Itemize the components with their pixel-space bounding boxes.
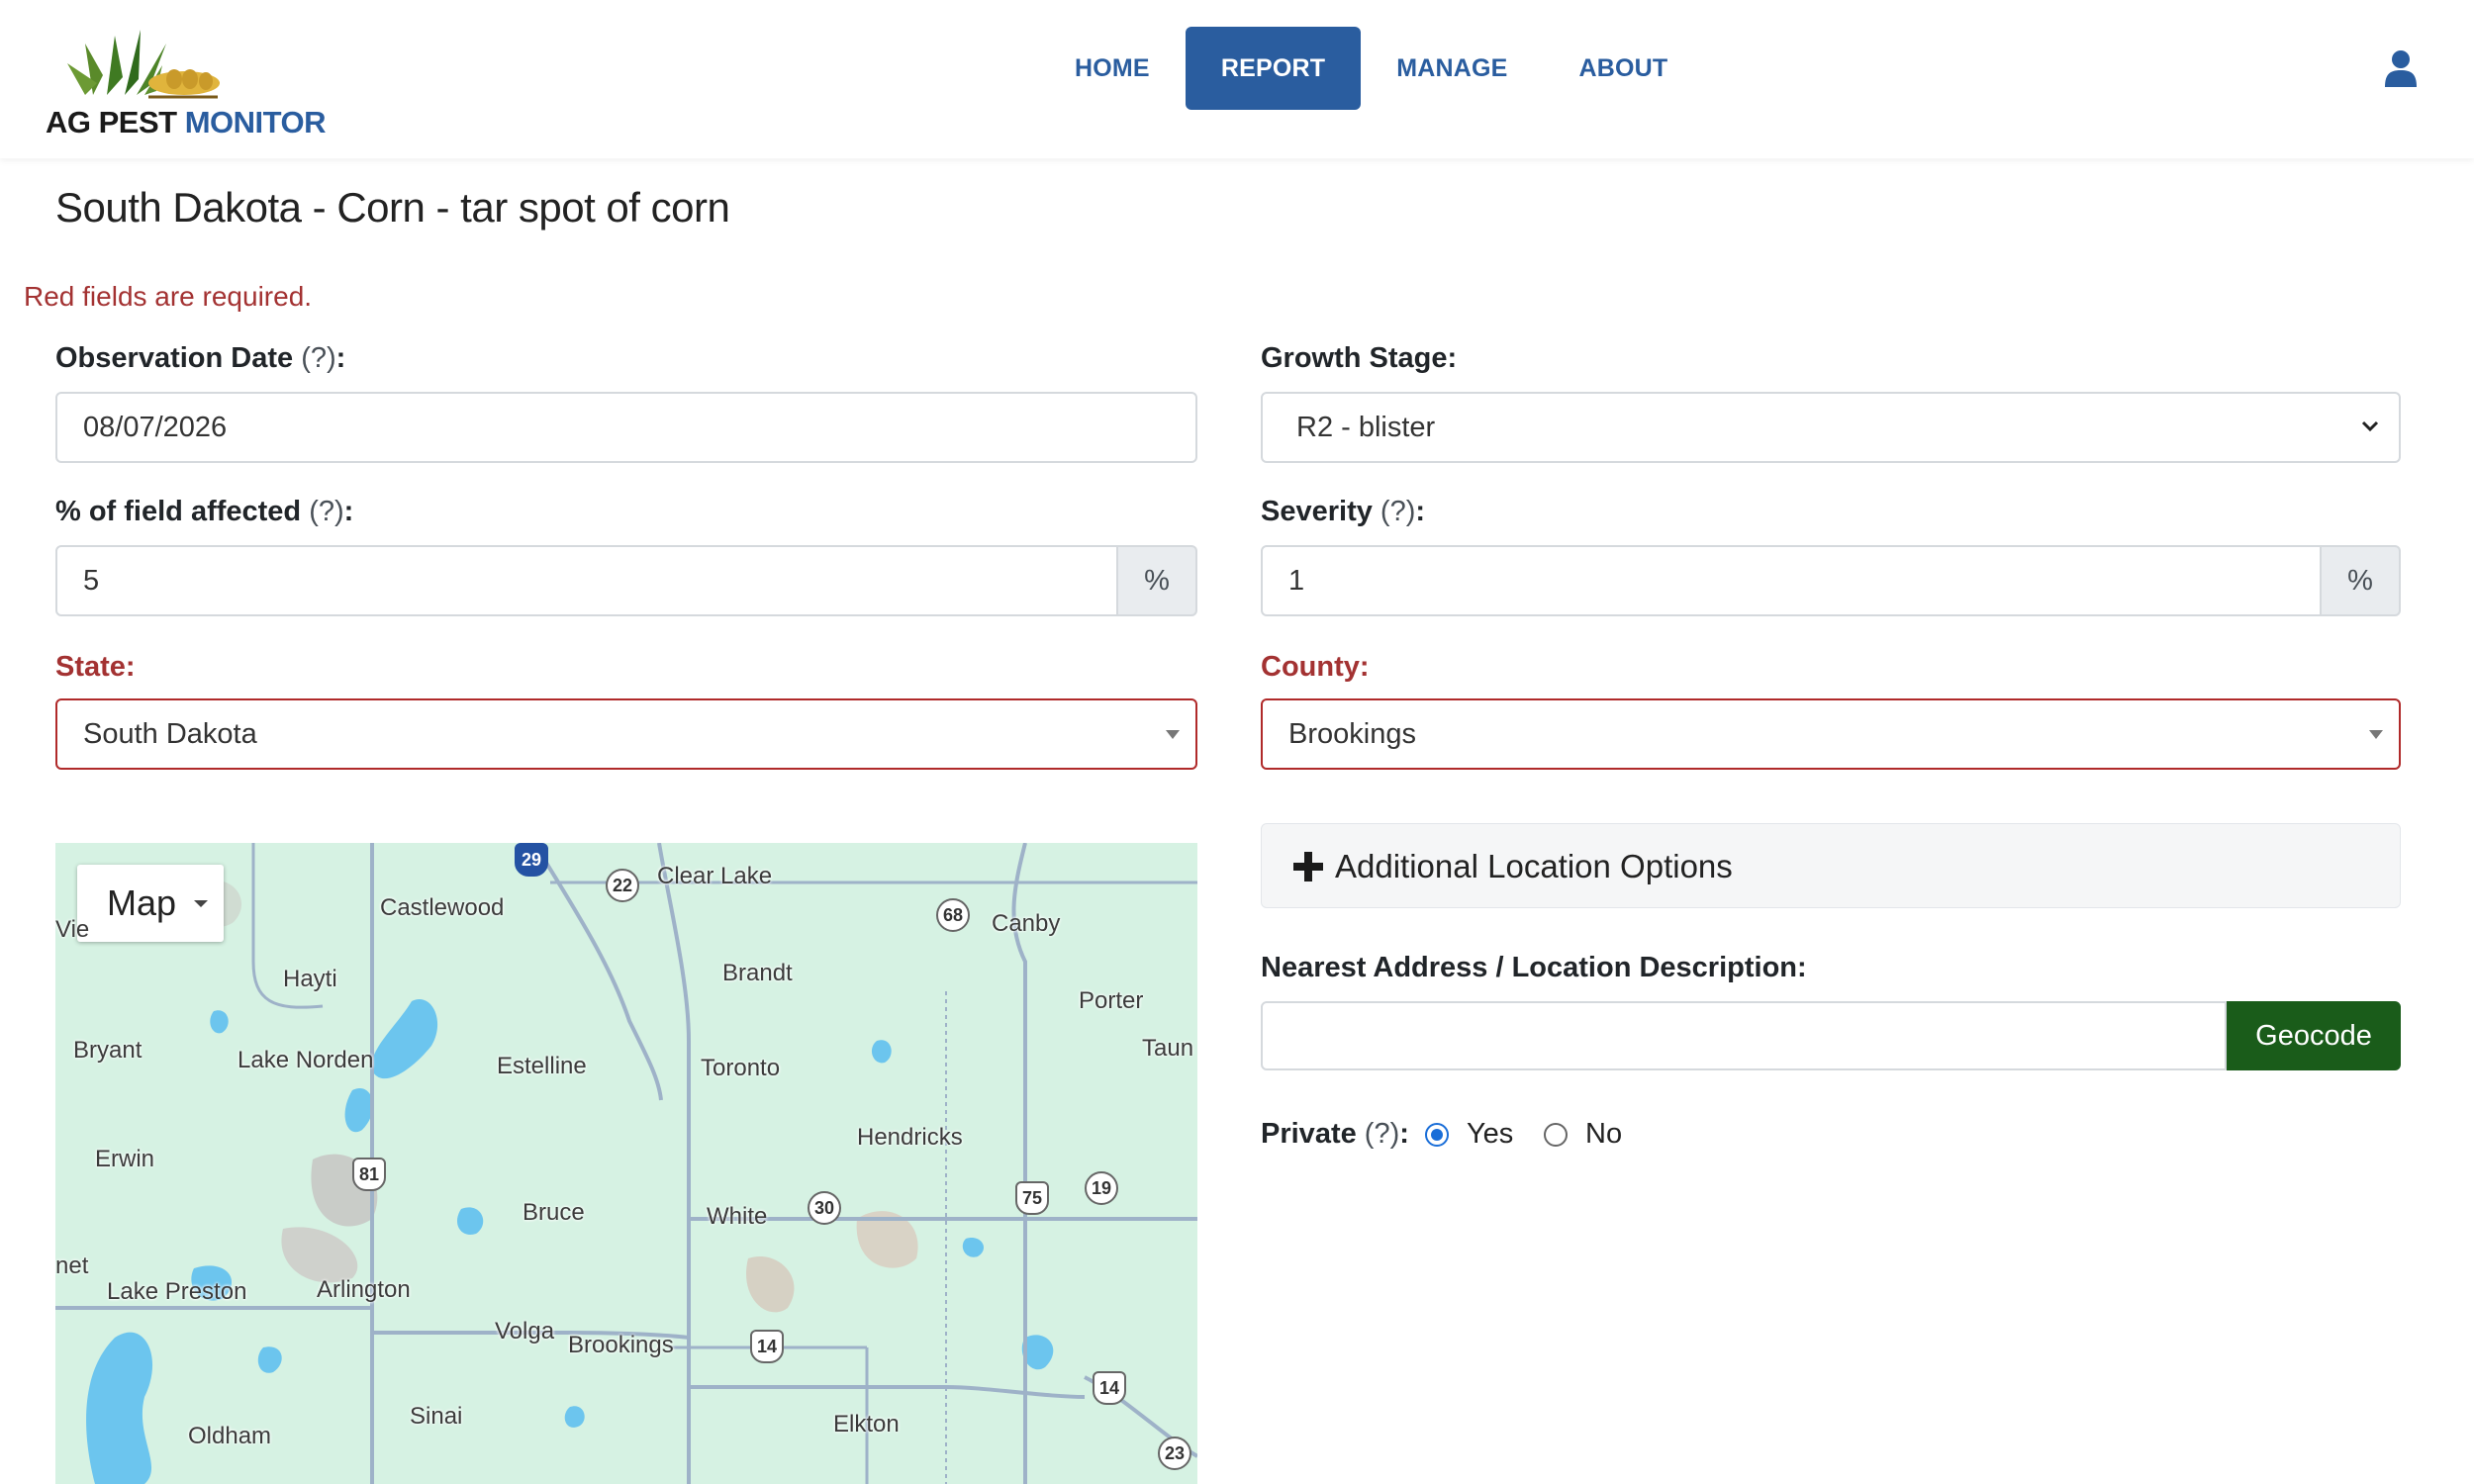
growth-stage-select[interactable]: R2 - blister (1261, 392, 2401, 463)
severity-value: 1 (1288, 565, 1305, 597)
caret-down-icon (194, 900, 208, 907)
severity-label-suffix: : (1415, 496, 1426, 527)
private-no-radio[interactable] (1544, 1123, 1568, 1147)
map-town: Oldham (188, 1423, 272, 1449)
nav-about[interactable]: ABOUT (1544, 27, 1704, 110)
caret-down-icon (2369, 730, 2383, 739)
field-affected-unit: % (1118, 545, 1197, 616)
map-town: Sinai (410, 1403, 463, 1430)
highway-shield: 19 (1085, 1171, 1118, 1205)
geocode-button[interactable]: Geocode (2227, 1001, 2401, 1070)
map-type-label: Map (107, 882, 177, 923)
field-affected-label: % of field affected (?): (55, 496, 353, 528)
additional-location-toggle[interactable]: Additional Location Options (1261, 823, 2401, 908)
required-note: Red fields are required. (24, 281, 313, 312)
chevron-down-icon (2361, 420, 2379, 432)
map-town: Erwin (95, 1146, 155, 1172)
map-town: Bryant (73, 1037, 143, 1064)
map-town: Castlewood (380, 894, 505, 921)
private-yes-label[interactable]: Yes (1467, 1118, 1513, 1151)
severity-label-text: Severity (1261, 496, 1373, 527)
highway-shield: 68 (936, 898, 970, 932)
logo-text: AG PEST MONITOR (46, 105, 327, 140)
user-icon[interactable] (2383, 49, 2419, 87)
highway-shield: 23 (1158, 1437, 1191, 1470)
county-value: Brookings (1288, 718, 1416, 750)
state-value: South Dakota (83, 718, 257, 750)
logo[interactable]: AG PEST MONITOR (46, 14, 327, 142)
severity-unit: % (2322, 545, 2401, 616)
map-town: Hayti (283, 966, 337, 992)
map-type-button[interactable]: Map (77, 865, 224, 942)
map-town: Lake Norden (238, 1047, 374, 1073)
private-no-label[interactable]: No (1585, 1118, 1622, 1151)
map-town: Bruce (523, 1199, 585, 1226)
map-town: Canby (992, 910, 1061, 937)
highway-shield: 14 (750, 1330, 784, 1363)
private-label: Private (?): (1261, 1118, 1409, 1151)
map-town: net (55, 1252, 89, 1279)
map-town: Hendricks (857, 1124, 963, 1151)
state-label: State: (55, 651, 136, 683)
map-town: Elkton (833, 1411, 900, 1438)
private-yes-radio[interactable] (1425, 1123, 1449, 1147)
map-town: Arlington (317, 1276, 411, 1303)
caret-down-icon (1166, 730, 1180, 739)
highway-shield: 30 (808, 1191, 841, 1225)
nav-manage[interactable]: MANAGE (1361, 27, 1543, 110)
observation-date-value: 08/07/2026 (83, 412, 228, 443)
growth-stage-value: R2 - blister (1296, 412, 1436, 443)
location-map[interactable]: Map Castlewood Clear Lake Canby Hayti Br… (55, 843, 1197, 1484)
observation-date-label: Observation Date (?): (55, 342, 345, 375)
observation-date-label-suffix: : (335, 342, 346, 374)
map-canvas (55, 843, 1197, 1484)
field-affected-value: 5 (83, 565, 100, 597)
growth-stage-label: Growth Stage: (1261, 342, 1458, 374)
private-label-suffix: : (1399, 1118, 1409, 1150)
highway-shield: 75 (1015, 1181, 1049, 1215)
field-affected-label-text: % of field affected (55, 496, 302, 527)
map-town: Taun (1142, 1035, 1194, 1062)
additional-location-label: Additional Location Options (1335, 848, 1733, 884)
map-town: Volga (495, 1318, 555, 1345)
nearest-address-input[interactable] (1261, 1001, 2227, 1070)
field-affected-label-suffix: : (343, 496, 354, 527)
logo-text-ag: AG PEST (46, 105, 185, 139)
logo-text-monitor: MONITOR (184, 105, 327, 139)
nav-report[interactable]: REPORT (1185, 27, 1362, 110)
highway-shield: 22 (606, 869, 639, 902)
map-town: Brandt (722, 960, 793, 986)
map-town: Lake Preston (107, 1278, 247, 1305)
main-nav: HOME REPORT MANAGE ABOUT (1039, 26, 1703, 111)
map-town: Toronto (701, 1055, 781, 1081)
map-town: Brookings (568, 1332, 674, 1358)
state-select[interactable]: South Dakota (55, 698, 1197, 770)
severity-input[interactable]: 1 (1261, 545, 2322, 616)
map-town: Porter (1079, 987, 1144, 1014)
county-label: County: (1261, 651, 1370, 683)
map-town: White (707, 1203, 768, 1230)
highway-shield: 14 (1093, 1371, 1126, 1405)
observation-date-help[interactable]: (?) (301, 342, 335, 374)
private-label-text: Private (1261, 1118, 1357, 1150)
field-affected-help[interactable]: (?) (309, 496, 343, 527)
page-title: South Dakota - Corn - tar spot of corn (55, 184, 730, 231)
highway-shield: 29 (515, 843, 548, 877)
map-town: Clear Lake (657, 863, 773, 889)
county-select[interactable]: Brookings (1261, 698, 2401, 770)
observation-date-label-text: Observation Date (55, 342, 294, 374)
severity-help[interactable]: (?) (1380, 496, 1415, 527)
highway-shield: 81 (352, 1158, 386, 1191)
logo-plants-icon (67, 30, 220, 99)
severity-label: Severity (?): (1261, 496, 1425, 528)
plus-icon (1293, 852, 1323, 881)
private-help[interactable]: (?) (1365, 1118, 1399, 1150)
field-affected-input[interactable]: 5 (55, 545, 1118, 616)
observation-date-input[interactable]: 08/07/2026 (55, 392, 1197, 463)
map-town: Vie (55, 916, 90, 943)
navbar: AG PEST MONITOR HOME REPORT MANAGE ABOUT (0, 0, 2474, 158)
map-town: Estelline (497, 1053, 587, 1079)
nav-home[interactable]: HOME (1039, 27, 1186, 110)
nearest-address-label: Nearest Address / Location Description: (1261, 952, 1807, 983)
